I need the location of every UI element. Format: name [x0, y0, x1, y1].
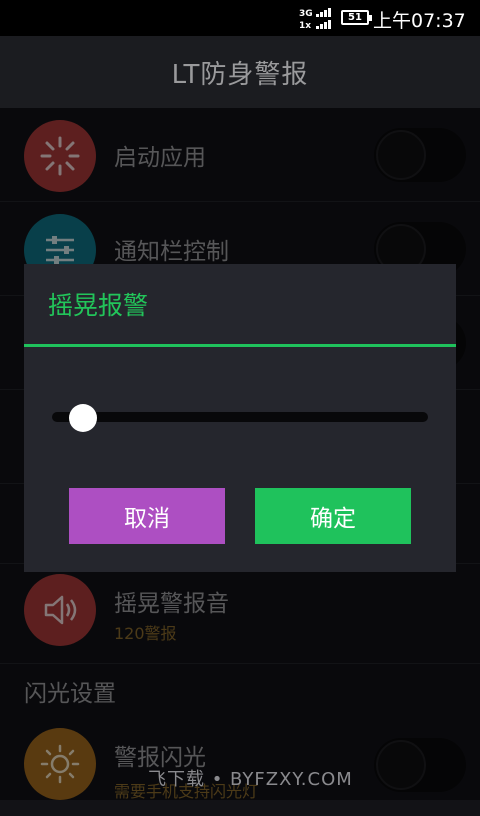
ok-button[interactable]: 确定 [255, 488, 411, 544]
battery-icon: 51 [341, 10, 372, 25]
clock: 上午07:37 [373, 10, 466, 32]
cancel-button[interactable]: 取消 [69, 488, 225, 544]
dialog-divider [24, 344, 456, 347]
sensitivity-slider-track[interactable] [52, 412, 428, 422]
watermark: 飞下载 • BYFZXY.COM [148, 769, 353, 790]
app-bar: LT防身警报 [0, 36, 480, 108]
signal-icon: 3G 1x [299, 8, 331, 30]
svg-text:3G: 3G [299, 9, 313, 19]
page-title: LT防身警报 [171, 60, 309, 90]
dialog-title: 摇晃报警 [48, 291, 149, 320]
svg-text:1x: 1x [299, 21, 311, 30]
status-bar: 3G 1x 51 上午07:37 [0, 0, 480, 36]
slider-thumb[interactable] [69, 404, 98, 432]
shake-alarm-dialog: 摇晃报警 取消 确定 [24, 264, 456, 572]
